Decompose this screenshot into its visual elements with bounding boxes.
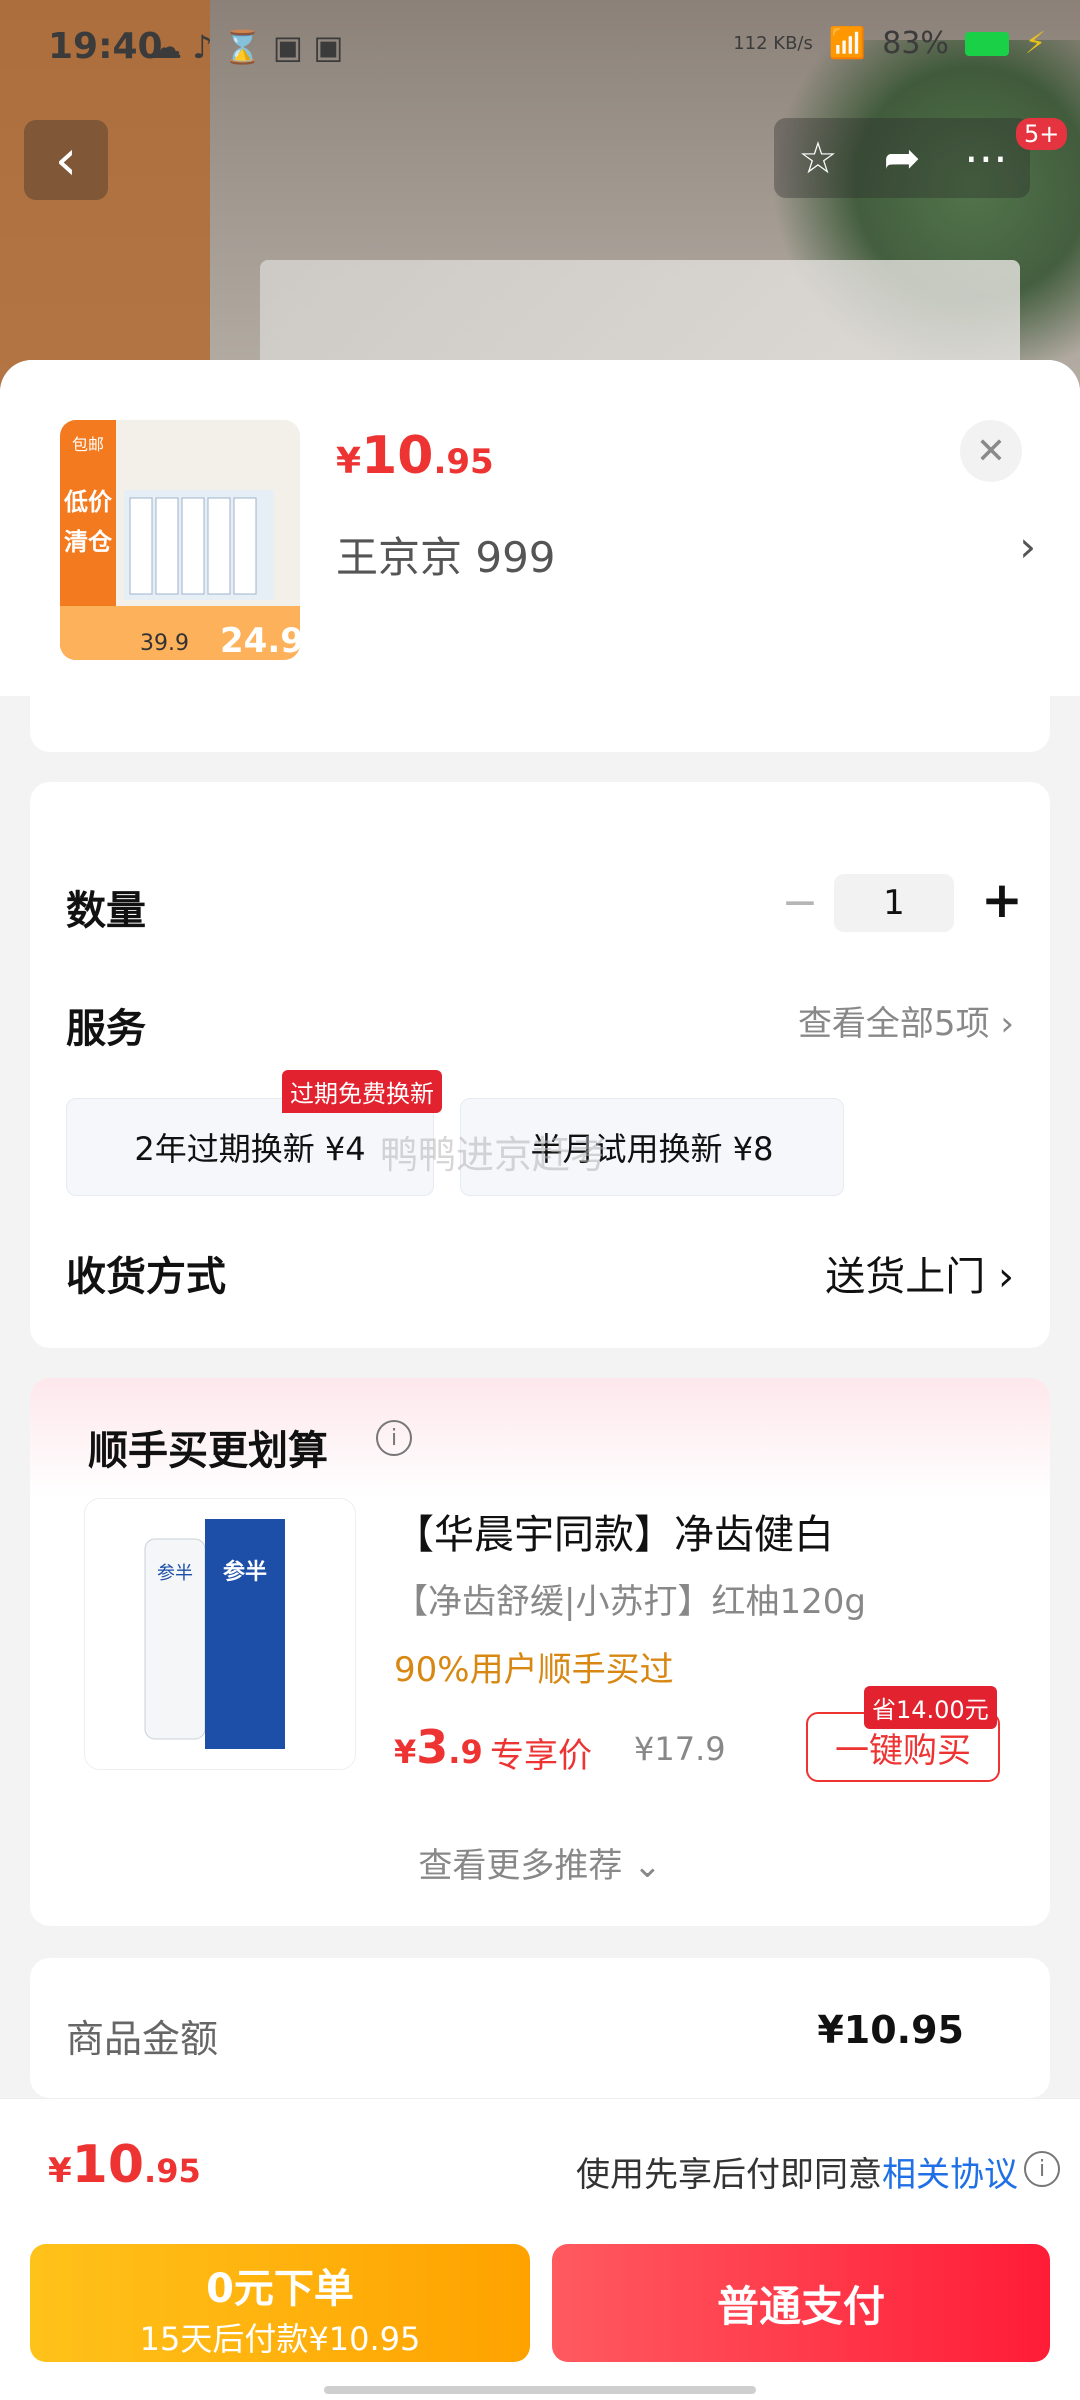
watermark-text: 鸭鸭进京赶考 [380, 1133, 609, 1177]
back-button[interactable]: ‹ [24, 120, 108, 200]
amount-card: 商品金额 ¥10.95 [30, 1958, 1050, 2098]
pay-later-button[interactable]: 0元下单 15天后付款¥10.95 [30, 2244, 530, 2362]
recommend-price: ¥3.9 [394, 1720, 483, 1774]
info-icon[interactable]: i [1024, 2151, 1060, 2187]
recommend-product-title[interactable]: 【华晨宇同款】净齿健白 [394, 1502, 834, 1560]
svg-text:24.9: 24.9 [220, 621, 300, 660]
price-currency: ¥ [336, 441, 362, 482]
battery-icon [964, 31, 1009, 56]
pay-later-subtitle: 15天后付款¥10.95 [139, 2320, 421, 2358]
product-thumbnail-image: 包邮 低价 清仓 39.9 24.9 [60, 420, 300, 660]
svg-text:清仓: 清仓 [64, 528, 113, 556]
goods-amount-label: 商品金额 [66, 2017, 219, 2061]
delivery-method[interactable]: 送货上门 › [825, 1244, 1014, 1302]
goods-amount-value: ¥10.95 [817, 2008, 964, 2052]
agreement-prefix: 使用先享后付即同意 [576, 2155, 882, 2195]
product-price: ¥10.95 [336, 426, 494, 486]
total-price: ¥10.95 [48, 2135, 201, 2195]
svg-text:39.9: 39.9 [140, 631, 189, 656]
more-icon: ⋯ [964, 132, 1008, 184]
service-option-label: 2年过期换新 ¥4 [134, 1130, 366, 1168]
chevron-right-icon: › [1019, 522, 1036, 571]
price-integer: 10 [71, 2135, 145, 2195]
chevron-left-icon: ‹ [54, 127, 78, 193]
quantity-label: 数量 [66, 888, 146, 934]
status-right: 112 KB/s 📶 83% ⚡ [733, 26, 1046, 61]
price-decimal: .95 [433, 442, 494, 482]
price-integer: 10 [361, 426, 434, 486]
service-see-all[interactable]: 查看全部5项 › [798, 996, 1014, 1045]
chevron-right-icon: › [998, 1254, 1014, 1300]
message-badge: 5+ [1016, 118, 1068, 150]
battery-level: 83% [882, 26, 949, 61]
price-integer: 3 [416, 1720, 449, 1774]
status-time: 19:40 [48, 26, 163, 67]
info-icon[interactable]: i [376, 1420, 412, 1456]
star-icon: ☆ [798, 132, 838, 184]
savings-tag: 省14.00元 [864, 1686, 997, 1729]
quantity-increase-button[interactable]: + [974, 871, 1030, 929]
chevron-down-icon: ⌄ [633, 1846, 662, 1886]
options-card: 数量 − 1 + 服务 查看全部5项 › 2年过期换新 ¥4 过期免费换新 半月… [30, 782, 1050, 1348]
delivery-method-text: 送货上门 [825, 1254, 986, 1300]
home-indicator[interactable] [324, 2386, 756, 2394]
close-sheet-button[interactable]: ✕ [960, 420, 1022, 482]
selected-spec-row[interactable]: 王京京 999 › [336, 520, 1036, 582]
price-decimal: .9 [448, 1733, 483, 1771]
quantity-decrease-button[interactable]: − [772, 874, 828, 930]
service-see-all-text: 查看全部5项 [797, 1004, 990, 1044]
quantity-input[interactable]: 1 [834, 874, 954, 932]
recommend-product-subtitle: 【净齿舒缓|小苏打】红柚120g [394, 1582, 866, 1622]
price-decimal: .95 [144, 2152, 201, 2190]
recommendation-title: 顺手买更划算 [88, 1428, 328, 1474]
close-icon: ✕ [975, 430, 1007, 472]
see-more-recommendations[interactable]: 查看更多推荐 ⌄ [30, 1838, 1050, 1887]
service-option-tag: 过期免费换新 [282, 1070, 442, 1113]
price-currency: ¥ [394, 1733, 417, 1771]
pay-later-title: 0元下单 [206, 2266, 354, 2312]
toothpaste-image: 参半 参半 [85, 1499, 355, 1769]
price-currency: ¥ [48, 2151, 72, 2191]
service-label: 服务 [66, 1006, 146, 1052]
sheet-scroll-edge [30, 696, 1050, 752]
original-price: ¥17.9 [634, 1730, 726, 1768]
normal-pay-button[interactable]: 普通支付 [552, 2244, 1050, 2362]
exclusive-price-label: 专享价 [490, 1736, 592, 1776]
recommend-social-proof: 90%用户顺手买过 [394, 1650, 674, 1690]
svg-text:低价: 低价 [63, 488, 113, 516]
agreement-note: 使用先享后付即同意相关协议 [576, 2147, 1018, 2196]
svg-text:包邮: 包邮 [72, 435, 104, 454]
delivery-label: 收货方式 [66, 1254, 226, 1300]
selected-spec-text: 王京京 999 [336, 533, 556, 582]
chevron-right-icon: › [1000, 1004, 1014, 1044]
agreement-link[interactable]: 相关协议 [882, 2155, 1018, 2195]
share-icon: ➦ [883, 132, 921, 184]
status-bar: 19:40 ☁ ♪ ⌛ ▣ ▣ 112 KB/s 📶 83% ⚡ [0, 0, 1080, 100]
product-thumbnail[interactable]: 包邮 低价 清仓 39.9 24.9 [60, 420, 300, 660]
share-button[interactable]: ➦ [860, 118, 944, 198]
recommend-product-image[interactable]: 参半 参半 [84, 1498, 356, 1770]
svg-text:参半: 参半 [157, 1563, 193, 1584]
charging-icon: ⚡ [1024, 26, 1046, 61]
top-action-group: ☆ ➦ ⋯ [774, 118, 1030, 198]
see-more-text: 查看更多推荐 [418, 1846, 623, 1886]
svg-text:参半: 参半 [223, 1559, 267, 1585]
notification-icons: ☁ ♪ ⌛ ▣ ▣ [150, 28, 344, 66]
recommendation-card: 顺手买更划算 i 参半 参半 【华晨宇同款】净齿健白 【净齿舒缓|小苏打】红柚1… [30, 1378, 1050, 1926]
wifi-icon: 📶 [828, 26, 867, 61]
payment-summary-bar: ¥10.95 使用先享后付即同意相关协议 i [0, 2098, 1080, 2231]
network-speed: 112 KB/s [733, 33, 813, 54]
favorite-button[interactable]: ☆ [776, 118, 860, 198]
